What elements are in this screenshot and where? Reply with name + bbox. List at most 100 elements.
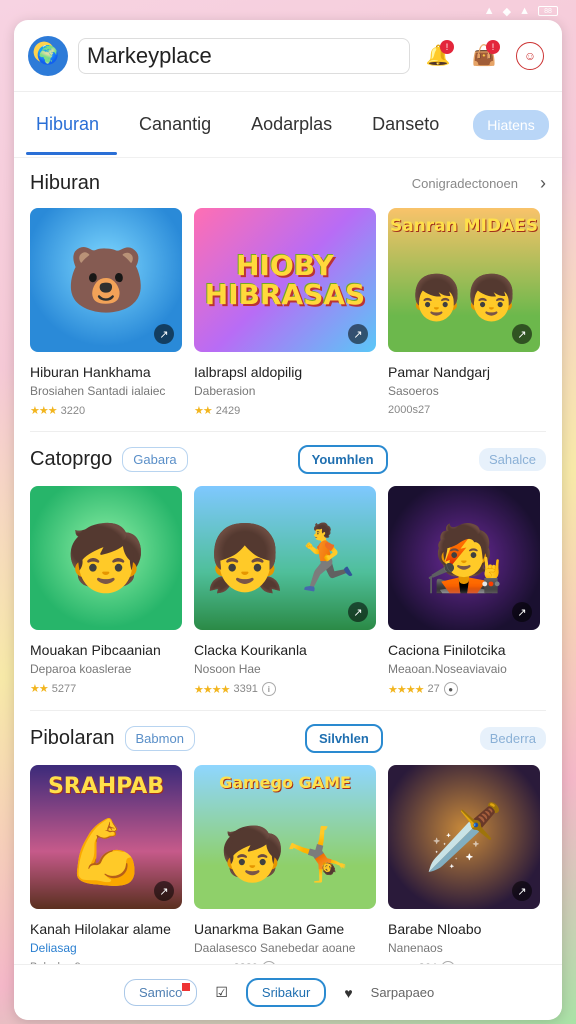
- thumbnail-logo-text: HIOBY HIBRASAS: [204, 248, 366, 311]
- warrior-character-icon: 🗡️: [424, 800, 504, 873]
- card-name: Clacka Kourikanla: [194, 642, 307, 658]
- bottom-chip-selected[interactable]: Sribakur: [245, 978, 327, 1007]
- section-title: Pibolaran: [30, 726, 115, 749]
- tab-danseto[interactable]: Danseto: [366, 106, 445, 143]
- kids-running-icon: 👧🏃: [205, 521, 365, 594]
- stars-icon: ★★★★: [194, 683, 230, 696]
- tab-hiburan[interactable]: Hiburan: [25, 106, 118, 155]
- thumbnail-logo-text: SRAHPAB: [47, 774, 165, 799]
- card-name: Pamar Nandgarj: [388, 364, 490, 380]
- app-window: 🌍 Markeyplace 🔔 ! 👜 ! ☺ Hiburan Canantig…: [14, 20, 562, 1020]
- app-bar: 🌍 Markeyplace 🔔 ! 👜 ! ☺: [14, 20, 562, 92]
- card-thumbnail: 🐻 ↗: [30, 208, 182, 352]
- hero-character-icon: 🧑‍🎤: [424, 521, 504, 594]
- cellular-icon: ▲: [519, 5, 530, 17]
- card-subtitle: Deliasag: [30, 941, 77, 955]
- signal-icon: ▲: [483, 5, 495, 17]
- share-icon[interactable]: ↗: [512, 881, 532, 901]
- bottom-chip[interactable]: Samico: [124, 979, 198, 1006]
- card-subtitle: Sasoeros: [388, 384, 439, 398]
- share-icon[interactable]: ↗: [348, 324, 368, 344]
- app-card[interactable]: 🧒 Mouakan Pibcaanian Deparoa koaslerae ★…: [30, 486, 182, 696]
- coin-icon[interactable]: ●: [443, 682, 458, 696]
- section-title: Catoprgo: [30, 447, 113, 470]
- card-thumbnail: 🗡️ ↗: [388, 765, 540, 909]
- card-thumbnail: 🧒: [30, 486, 182, 630]
- app-logo-icon[interactable]: 🌍: [28, 35, 68, 76]
- battery-icon: 88: [538, 6, 558, 16]
- app-card[interactable]: HIOBY HIBRASAS ↗ Ialbrapsl aldopilig Dab…: [194, 208, 376, 417]
- card-rating: ★★★★ 27 ●: [388, 682, 540, 696]
- filter-chip[interactable]: Sahalce: [479, 447, 546, 471]
- card-subtitle: Daalasesco Sanebedar aoane: [194, 941, 356, 955]
- section-catoprgo: Catoprgo Gabara Youmhlen Sahalce 🧒 Mouak…: [14, 432, 562, 696]
- stars-icon: ★★: [30, 683, 49, 695]
- bottom-bar: Samico ☑ Sribakur ♥ Sarpapaeo: [14, 964, 562, 1020]
- notification-button[interactable]: 🔔 !: [420, 38, 456, 74]
- card-name: Caciona Finilotcika: [388, 642, 506, 658]
- card-thumbnail: 🧑‍🎤 ↗: [388, 486, 540, 630]
- card-rating: 2000s27: [388, 404, 431, 416]
- filter-chip[interactable]: Bederra: [479, 726, 546, 750]
- filter-chip[interactable]: Babmon: [124, 725, 195, 751]
- filter-chip[interactable]: Gabara: [122, 446, 188, 472]
- chevron-right-icon[interactable]: ›: [540, 173, 546, 194]
- share-icon[interactable]: ↗: [512, 602, 532, 622]
- filter-chip-selected[interactable]: Youmhlen: [297, 444, 388, 474]
- card-rating: ★★ 2429: [194, 404, 241, 418]
- category-tabs: Hiburan Canantig Aodarplas Danseto Hiate…: [14, 92, 562, 158]
- bottom-label[interactable]: Sarpapaeo: [371, 985, 435, 1000]
- stars-icon: ★★★★: [388, 683, 424, 696]
- wifi-icon: ◆: [502, 5, 512, 18]
- profile-button[interactable]: ☺: [512, 38, 548, 74]
- app-card[interactable]: Gamego GAME 🧒🤸 Uanarkma Bakan Game Daala…: [194, 765, 376, 975]
- stars-icon: ★★★: [30, 405, 58, 417]
- app-card[interactable]: 🧑‍🎤 ↗ Caciona Finilotcika Meaoan.Noseavi…: [388, 486, 540, 696]
- card-thumbnail: Gamego GAME 🧒🤸: [194, 765, 376, 909]
- cart-button[interactable]: 👜 !: [466, 38, 502, 74]
- avatar-icon: ☺: [516, 41, 544, 70]
- share-icon[interactable]: ↗: [348, 602, 368, 622]
- heart-icon[interactable]: ♥: [344, 985, 352, 1001]
- card-subtitle: Nosoon Hae: [194, 662, 261, 676]
- filter-chip-selected[interactable]: Silvhlen: [304, 723, 383, 753]
- card-name: Uanarkma Bakan Game: [194, 921, 345, 937]
- tab-pill-button[interactable]: Hiatens: [473, 109, 549, 140]
- app-card[interactable]: Sanran MIDAES 👦👦 ↗ Pamar Nandgarj Sasoer…: [388, 208, 540, 417]
- share-icon[interactable]: ↗: [154, 881, 174, 901]
- tab-aodarplas[interactable]: Aodarplas: [245, 106, 338, 143]
- bear-character-icon: 🐻: [66, 243, 146, 316]
- app-title[interactable]: Markeyplace: [78, 37, 410, 74]
- status-bar: ▲ ◆ ▲ 88: [0, 0, 576, 22]
- notification-dot-icon: [182, 983, 191, 991]
- notification-badge: !: [440, 39, 454, 54]
- card-thumbnail: Sanran MIDAES 👦👦 ↗: [388, 208, 540, 352]
- card-name: Kanah Hilolakar alame: [30, 921, 171, 937]
- checkbox-icon[interactable]: ☑: [215, 984, 228, 1001]
- card-subtitle: Meaoan.Noseaviavaio: [388, 662, 507, 676]
- section-see-all-link[interactable]: Conigradectonoen: [412, 176, 518, 191]
- card-name: Mouakan Pibcaanian: [30, 642, 161, 658]
- brawler-character-icon: 💪: [66, 815, 146, 888]
- share-icon[interactable]: ↗: [512, 324, 532, 344]
- app-card[interactable]: 🗡️ ↗ Barabe Nloabo Nanenaos ★★★264i: [388, 765, 540, 975]
- app-card[interactable]: 👧🏃 ↗ Clacka Kourikanla Nosoon Hae ★★★★ 33…: [194, 486, 376, 696]
- app-card[interactable]: 🐻 ↗ Hiburan Hankhama Brosiahen Santadi i…: [30, 208, 182, 417]
- tab-canantig[interactable]: Canantig: [133, 106, 217, 143]
- info-icon[interactable]: i: [261, 682, 276, 696]
- card-thumbnail: SRAHPAB 💪 ↗: [30, 765, 182, 909]
- stars-icon: ★★: [194, 405, 213, 417]
- card-thumbnail: 👧🏃 ↗: [194, 486, 376, 630]
- section-hiburan: Hiburan Conigradectonoen › 🐻 ↗ Hiburan H…: [14, 158, 562, 417]
- section-pibolaran: Pibolaran Babmon Silvhlen Bederra SRAHPA…: [14, 711, 562, 975]
- card-rating: ★★ 5277: [30, 682, 77, 696]
- kids-playing-icon: 🧒🤸: [220, 825, 350, 884]
- card-subtitle: Deparoa koaslerae: [30, 662, 132, 676]
- section-title: Hiburan: [30, 171, 101, 194]
- card-name: Hiburan Hankhama: [30, 364, 151, 380]
- app-card[interactable]: SRAHPAB 💪 ↗ Kanah Hilolakar alame Delias…: [30, 765, 182, 975]
- card-rating: ★★★ 3220: [30, 404, 86, 418]
- card-rating: ★★★★ 3391 i: [194, 682, 376, 696]
- share-icon[interactable]: ↗: [154, 324, 174, 344]
- card-name: Ialbrapsl aldopilig: [194, 364, 303, 380]
